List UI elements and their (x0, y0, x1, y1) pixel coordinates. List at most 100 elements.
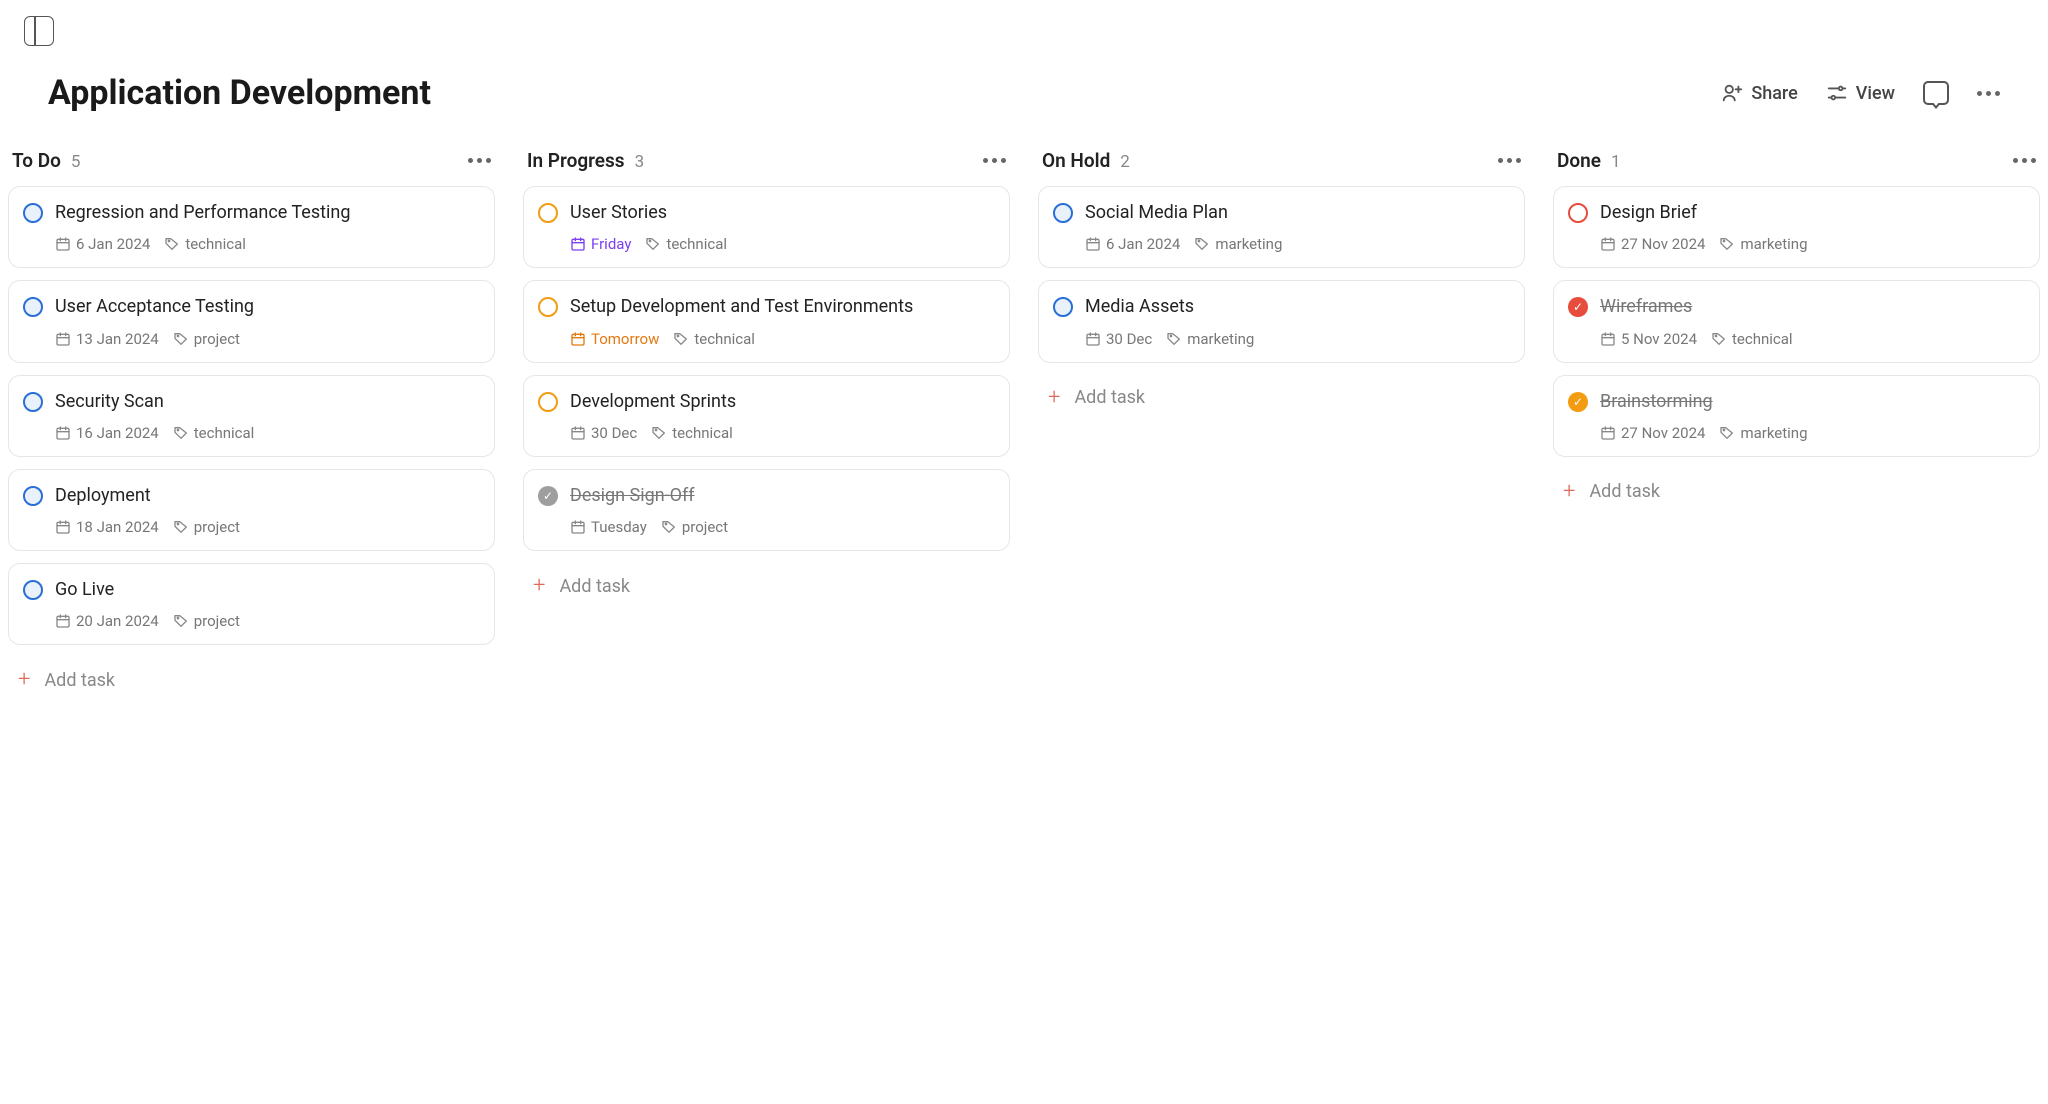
sidebar-toggle-button[interactable] (24, 16, 54, 46)
share-button[interactable]: Share (1721, 82, 1797, 104)
task-card[interactable]: User Acceptance Testing 13 Jan 2024 proj… (8, 280, 495, 362)
task-tag: project (173, 518, 240, 536)
view-button[interactable]: View (1826, 82, 1895, 104)
status-circle-icon[interactable] (23, 580, 43, 600)
task-tag-text: marketing (1740, 424, 1807, 442)
status-circle-icon[interactable] (23, 297, 43, 317)
task-tag-text: technical (194, 424, 255, 442)
status-check-icon[interactable]: ✓ (1568, 297, 1588, 317)
panel-divider-icon (34, 17, 36, 45)
task-card[interactable]: ✓ Design Sign-Off Tuesday project (523, 469, 1010, 551)
task-date-text: 30 Dec (1106, 330, 1152, 348)
column-header: On Hold 2 (1038, 149, 1525, 186)
status-check-icon[interactable]: ✓ (538, 486, 558, 506)
task-title: Deployment (55, 484, 151, 508)
calendar-icon (570, 425, 586, 441)
task-card[interactable]: Security Scan 16 Jan 2024 technical (8, 375, 495, 457)
task-title: Design Sign-Off (570, 484, 695, 508)
status-circle-icon[interactable] (538, 392, 558, 412)
tag-icon (173, 331, 189, 347)
task-card[interactable]: ✓ Brainstorming 27 Nov 2024 marketing (1553, 375, 2040, 457)
kanban-column: In Progress 3 User Stories Friday (523, 149, 1010, 703)
status-circle-icon[interactable] (1053, 203, 1073, 223)
add-task-label: Add task (559, 576, 630, 597)
task-card[interactable]: Regression and Performance Testing 6 Jan… (8, 186, 495, 268)
comment-icon (1923, 81, 1949, 105)
task-date: 20 Jan 2024 (55, 612, 159, 630)
task-tag: technical (173, 424, 255, 442)
calendar-icon (570, 236, 586, 252)
task-tag-text: technical (1732, 330, 1793, 348)
column-options-button[interactable] (983, 158, 1006, 163)
status-circle-icon[interactable] (538, 203, 558, 223)
task-card[interactable]: Development Sprints 30 Dec technical (523, 375, 1010, 457)
column-header: In Progress 3 (523, 149, 1010, 186)
task-date: 5 Nov 2024 (1600, 330, 1697, 348)
task-card[interactable]: Setup Development and Test Environments … (523, 280, 1010, 362)
tag-icon (651, 425, 667, 441)
task-tag: project (173, 330, 240, 348)
calendar-icon (570, 331, 586, 347)
column-options-button[interactable] (2013, 158, 2036, 163)
task-tag: technical (651, 424, 733, 442)
tag-icon (1719, 236, 1735, 252)
tag-icon (173, 519, 189, 535)
task-tag: project (173, 612, 240, 630)
status-check-icon[interactable]: ✓ (1568, 392, 1588, 412)
tag-icon (173, 613, 189, 629)
task-tag-text: project (194, 612, 240, 630)
task-date: 18 Jan 2024 (55, 518, 159, 536)
add-task-button[interactable]: + Add task (1553, 469, 2040, 515)
task-title: Security Scan (55, 390, 164, 414)
kanban-board: To Do 5 Regression and Performance Testi… (0, 149, 2048, 743)
status-circle-icon[interactable] (1568, 203, 1588, 223)
column-count: 1 (1611, 152, 1621, 172)
comments-button[interactable] (1923, 81, 1949, 105)
task-card[interactable]: ✓ Wireframes 5 Nov 2024 technical (1553, 280, 2040, 362)
task-tag-text: technical (694, 330, 755, 348)
task-card[interactable]: User Stories Friday technical (523, 186, 1010, 268)
task-date-text: 27 Nov 2024 (1621, 424, 1705, 442)
add-task-button[interactable]: + Add task (523, 563, 1010, 609)
task-date: Friday (570, 235, 631, 253)
task-tag: technical (673, 330, 755, 348)
task-tag: technical (645, 235, 727, 253)
add-task-button[interactable]: + Add task (1038, 375, 1525, 421)
calendar-icon (55, 425, 71, 441)
column-name: In Progress (527, 149, 625, 172)
task-card[interactable]: Media Assets 30 Dec marketing (1038, 280, 1525, 362)
task-date: 30 Dec (1085, 330, 1152, 348)
calendar-icon (55, 519, 71, 535)
column-options-button[interactable] (1498, 158, 1521, 163)
task-tag-text: technical (185, 235, 246, 253)
task-card[interactable]: Design Brief 27 Nov 2024 marketing (1553, 186, 2040, 268)
calendar-icon (55, 331, 71, 347)
tag-icon (661, 519, 677, 535)
task-tag: technical (1711, 330, 1793, 348)
status-circle-icon[interactable] (23, 392, 43, 412)
status-circle-icon[interactable] (23, 486, 43, 506)
column-name: To Do (12, 149, 61, 172)
task-title: Go Live (55, 578, 114, 602)
status-circle-icon[interactable] (538, 297, 558, 317)
task-date: 27 Nov 2024 (1600, 235, 1705, 253)
status-circle-icon[interactable] (23, 203, 43, 223)
task-card[interactable]: Go Live 20 Jan 2024 project (8, 563, 495, 645)
task-card[interactable]: Deployment 18 Jan 2024 project (8, 469, 495, 551)
status-circle-icon[interactable] (1053, 297, 1073, 317)
add-task-button[interactable]: + Add task (8, 657, 495, 703)
task-card[interactable]: Social Media Plan 6 Jan 2024 marketing (1038, 186, 1525, 268)
task-tag-text: project (194, 330, 240, 348)
task-title: Setup Development and Test Environments (570, 295, 913, 319)
kanban-column: Done 1 Design Brief 27 Nov 2024 (1553, 149, 2040, 703)
task-date: 27 Nov 2024 (1600, 424, 1705, 442)
column-options-button[interactable] (468, 158, 491, 163)
task-tag: marketing (1719, 235, 1807, 253)
more-options-button[interactable] (1977, 91, 2000, 96)
calendar-icon (1085, 236, 1101, 252)
column-count: 5 (71, 152, 81, 172)
task-date-text: Friday (591, 235, 631, 253)
column-header: Done 1 (1553, 149, 2040, 186)
task-date: Tuesday (570, 518, 647, 536)
task-title: Brainstorming (1600, 390, 1713, 414)
